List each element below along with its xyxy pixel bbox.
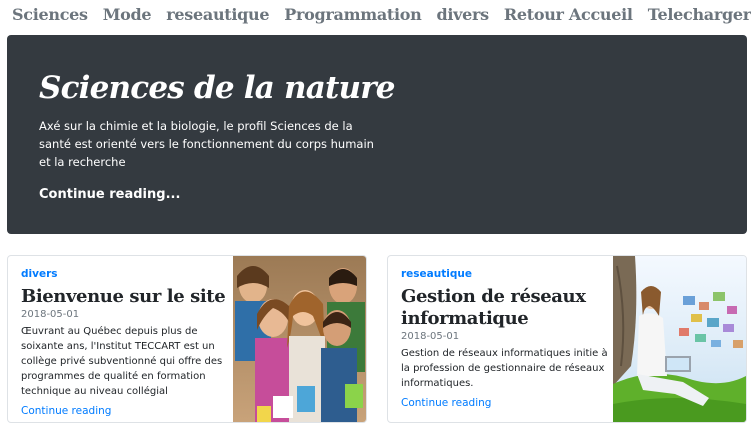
- post-continue-reading-link[interactable]: Continue reading: [401, 397, 491, 409]
- post-date: 2018-05-01: [401, 331, 460, 342]
- nav-link-mode[interactable]: Mode: [103, 5, 152, 24]
- nav-link-retour-accueil[interactable]: Retour Accueil: [504, 5, 633, 24]
- hero-lead-text: Axé sur la chimie et la biologie, le pro…: [39, 119, 374, 169]
- hero-title: Sciences de la nature: [39, 70, 396, 106]
- post-title: Gestion de réseaux informatique: [401, 286, 586, 329]
- nav-link-reseautique[interactable]: reseautique: [166, 5, 269, 24]
- top-navigation: Sciences Mode reseautique Programmation …: [0, 0, 751, 28]
- post-category[interactable]: reseautique: [401, 268, 614, 280]
- post-excerpt: Œuvrant au Québec depuis plus de soixant…: [21, 326, 223, 397]
- post-excerpt: Gestion de réseaux informatiques initie …: [401, 348, 608, 389]
- post-category[interactable]: divers: [21, 268, 233, 280]
- post-continue-reading-link[interactable]: Continue reading: [21, 405, 111, 417]
- nav-link-sciences[interactable]: Sciences: [12, 5, 88, 24]
- hero-jumbotron: Sciences de la nature Axé sur la chimie …: [7, 35, 747, 234]
- nav-link-telecharger-template[interactable]: Telecharger ce template: [648, 5, 751, 24]
- post-thumbnail-network-image: [613, 256, 746, 422]
- post-card-body: reseautique Gestion de réseaux informati…: [388, 256, 614, 410]
- post-thumbnail-students-image: [233, 256, 366, 422]
- post-date: 2018-05-01: [21, 309, 80, 320]
- post-card-body: divers Bienvenue sur le site 2018-05-01 …: [8, 256, 233, 418]
- nav-link-divers[interactable]: divers: [436, 5, 489, 24]
- nav-link-programmation[interactable]: Programmation: [284, 5, 422, 24]
- post-card: reseautique Gestion de réseaux informati…: [387, 255, 747, 423]
- post-card: divers Bienvenue sur le site 2018-05-01 …: [7, 255, 367, 423]
- post-title: Bienvenue sur le site: [21, 286, 226, 307]
- hero-continue-reading-link[interactable]: Continue reading...: [39, 187, 180, 202]
